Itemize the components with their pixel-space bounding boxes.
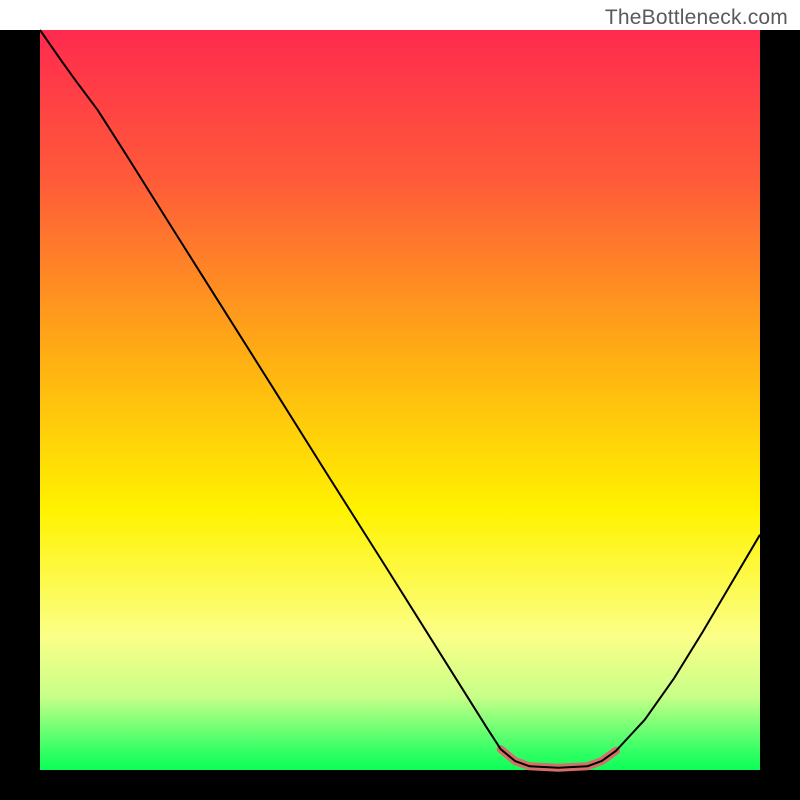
chart-container: TheBottleneck.com bbox=[0, 0, 800, 800]
gradient-background bbox=[40, 30, 760, 770]
frame-left bbox=[0, 30, 40, 770]
frame-right bbox=[760, 30, 800, 770]
watermark-text: TheBottleneck.com bbox=[605, 6, 788, 30]
frame-bottom bbox=[0, 770, 800, 800]
bottleneck-chart bbox=[0, 0, 800, 800]
